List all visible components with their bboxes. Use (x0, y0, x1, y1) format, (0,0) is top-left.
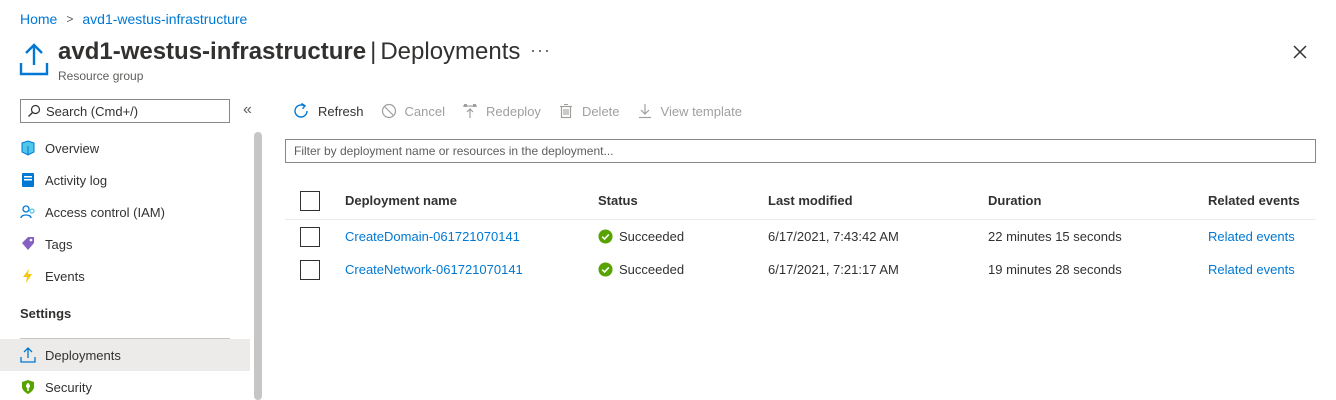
sidebar-item-label: Activity log (45, 172, 108, 188)
delete-button[interactable]: Delete (558, 100, 620, 122)
status-text: Succeeded (619, 229, 685, 244)
duration-cell: 19 minutes 28 seconds (988, 262, 1122, 277)
sidebar-item-label: Overview (45, 140, 100, 156)
breadcrumb: Home > avd1-westus-infrastructure (20, 11, 247, 27)
table-row: CreateDomain-061721070141 Succeeded 6/17… (285, 220, 1316, 253)
sidebar-item-events[interactable]: Events (0, 260, 250, 292)
cancel-icon (381, 103, 397, 119)
column-header-name[interactable]: Deployment name (345, 193, 598, 208)
row-select-cell (285, 259, 345, 280)
page-title: avd1-westus-infrastructure | Deployments (58, 38, 520, 66)
column-header-last-modified[interactable]: Last modified (768, 193, 988, 208)
search-placeholder: Search (Cmd+/) (46, 103, 139, 119)
deployment-name-link[interactable]: CreateNetwork-061721070141 (345, 262, 598, 277)
column-header-status[interactable]: Status (598, 193, 768, 208)
status-text: Succeeded (619, 262, 685, 277)
deployments-upload-icon (18, 41, 50, 77)
view-template-label: View template (660, 103, 742, 119)
table-row: CreateNetwork-061721070141 Succeeded 6/1… (285, 253, 1316, 286)
select-all-checkbox[interactable] (300, 190, 320, 211)
sidebar-item-security[interactable]: Security (0, 371, 250, 400)
column-header-duration[interactable]: Duration (988, 193, 1208, 208)
sidebar-item-tags[interactable]: Tags (0, 228, 250, 260)
resource-type-subtitle: Resource group (58, 69, 144, 83)
shield-icon (20, 379, 36, 395)
refresh-icon (292, 102, 310, 120)
success-check-icon (598, 229, 613, 244)
lightning-icon (20, 268, 36, 284)
sidebar-item-overview[interactable]: Overview (0, 132, 250, 164)
select-all-cell (285, 190, 345, 211)
sidebar-item-iam[interactable]: Access control (IAM) (0, 196, 250, 228)
more-options-button[interactable]: ··· (530, 40, 551, 61)
row-select-cell (285, 226, 345, 247)
cancel-label: Cancel (404, 103, 445, 119)
table-header-row: Deployment name Status Last modified Dur… (285, 182, 1316, 220)
refresh-label: Refresh (318, 103, 364, 119)
sidebar-item-activity-log[interactable]: Activity log (0, 164, 250, 196)
related-events-link[interactable]: Related events (1208, 262, 1316, 277)
download-icon (637, 103, 653, 119)
breadcrumb-current[interactable]: avd1-westus-infrastructure (82, 11, 247, 27)
sidebar-item-label: Tags (45, 236, 73, 252)
title-separator: | (370, 38, 377, 65)
sidebar-item-label: Security (45, 379, 92, 395)
iam-icon (20, 204, 36, 220)
page-name: Deployments (380, 38, 521, 65)
row-checkbox[interactable] (300, 226, 320, 247)
last-modified-cell: 6/17/2021, 7:21:17 AM (768, 262, 899, 277)
deployment-name-link[interactable]: CreateDomain-061721070141 (345, 229, 598, 244)
filter-input[interactable] (285, 139, 1316, 163)
search-icon (28, 104, 41, 117)
related-events-link[interactable]: Related events (1208, 229, 1316, 244)
status-cell: Succeeded (598, 229, 768, 244)
activity-log-icon (20, 172, 36, 188)
redeploy-icon (462, 103, 478, 119)
sidebar-item-label: Deployments (45, 347, 121, 363)
column-header-related-events: Related events (1208, 193, 1300, 208)
overview-icon (20, 140, 36, 156)
sidebar-item-deployments[interactable]: Deployments (0, 339, 250, 371)
cancel-button[interactable]: Cancel (381, 100, 445, 122)
breadcrumb-home[interactable]: Home (20, 11, 57, 27)
status-cell: Succeeded (598, 262, 768, 277)
last-modified-cell: 6/17/2021, 7:43:42 AM (768, 229, 899, 244)
delete-label: Delete (581, 103, 620, 119)
duration-cell: 22 minutes 15 seconds (988, 229, 1122, 244)
sidebar-item-label: Access control (IAM) (45, 204, 165, 220)
tag-icon (20, 236, 36, 252)
refresh-button[interactable]: Refresh (292, 100, 364, 122)
resource-name: avd1-westus-infrastructure (58, 38, 367, 65)
deployments-icon (20, 347, 36, 363)
close-icon[interactable] (1290, 42, 1310, 62)
collapse-sidebar-button[interactable]: « (243, 101, 252, 119)
redeploy-button[interactable]: Redeploy (462, 100, 541, 122)
deployments-table: Deployment name Status Last modified Dur… (285, 182, 1316, 286)
redeploy-label: Redeploy (486, 103, 541, 119)
sidebar-item-label: Events (45, 268, 85, 284)
sidebar-scrollbar[interactable] (254, 132, 262, 400)
success-check-icon (598, 262, 613, 277)
view-template-button[interactable]: View template (637, 100, 742, 122)
sidebar-nav: Overview Activity log Access control (IA… (0, 132, 250, 400)
trash-icon (558, 103, 574, 119)
command-bar: Refresh Cancel Redeploy Delete View temp… (292, 100, 759, 122)
sidebar-section-settings: Settings (20, 306, 72, 321)
chevron-right-icon: > (66, 12, 74, 26)
row-checkbox[interactable] (300, 259, 320, 280)
search-input[interactable]: Search (Cmd+/) (20, 99, 230, 123)
